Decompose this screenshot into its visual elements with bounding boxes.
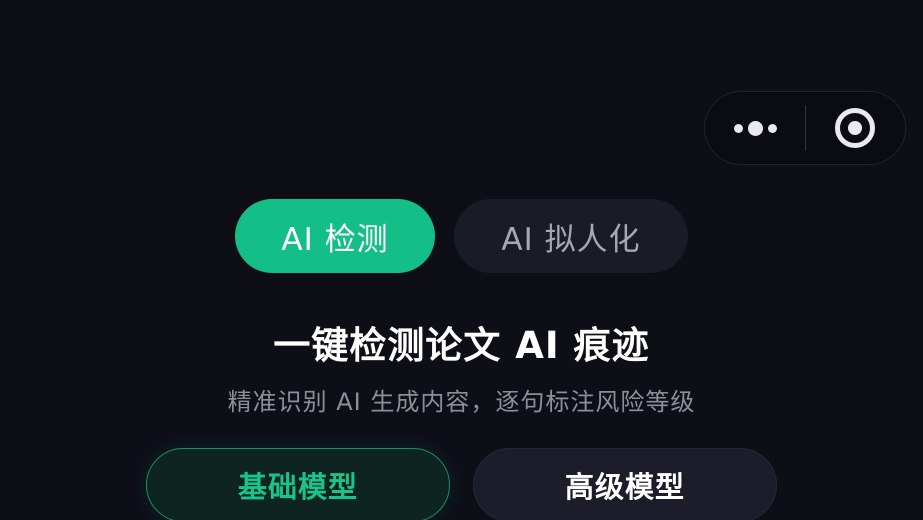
tab-ai-humanize[interactable]: AI 拟人化: [454, 199, 688, 273]
close-miniprogram-button[interactable]: [806, 92, 905, 164]
more-dots-icon: [733, 120, 777, 136]
basic-model-button[interactable]: 基础模型: [146, 448, 450, 520]
app-screen: AI 检测 AI 拟人化 一键检测论文 AI 痕迹 精准识别 AI 生成内容，逐…: [0, 0, 923, 520]
dot: [767, 123, 777, 133]
page-title: 一键检测论文 AI 痕迹: [273, 324, 650, 367]
advanced-model-button[interactable]: 高级模型: [473, 448, 777, 520]
target-core: [848, 121, 863, 135]
page-subtitle: 精准识别 AI 生成内容，逐句标注风险等级: [227, 388, 696, 416]
dot: [733, 123, 743, 133]
target-circle-icon: [835, 108, 876, 148]
tab-ai-detect[interactable]: AI 检测: [235, 199, 435, 273]
more-menu-button[interactable]: [705, 92, 805, 164]
dot: [747, 120, 763, 136]
miniprogram-capsule: [704, 91, 906, 165]
